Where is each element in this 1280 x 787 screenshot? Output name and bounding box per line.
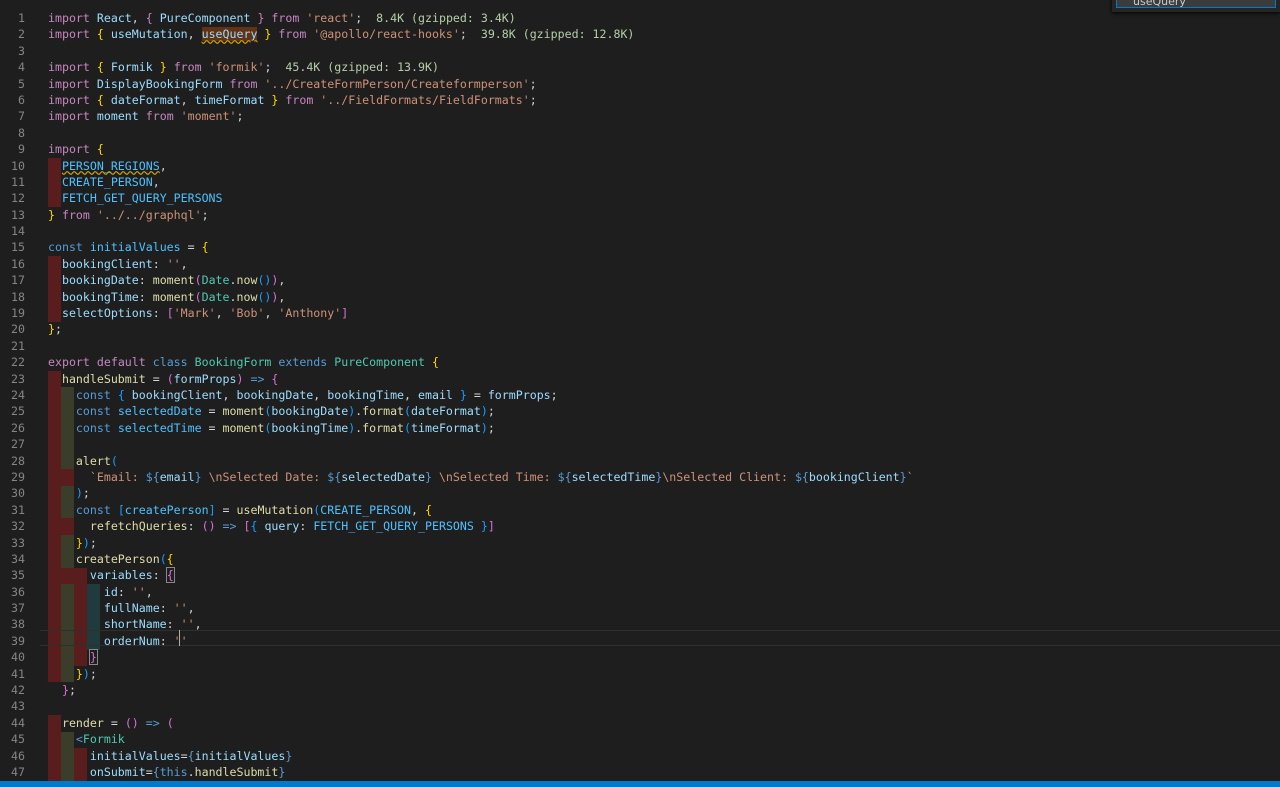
- line-number: 44: [11, 715, 25, 730]
- line-number: 35: [11, 568, 25, 583]
- line-number: 28: [11, 453, 25, 468]
- line-number: 7: [18, 109, 25, 124]
- line-code: import { Formik } from 'formik'; 45.4K (…: [48, 60, 439, 75]
- line-number: 25: [11, 404, 25, 419]
- line-number: 40: [11, 650, 25, 665]
- line-number: 36: [11, 584, 25, 599]
- line-number: 33: [11, 535, 25, 550]
- find-input[interactable]: [1116, 0, 1276, 8]
- line-number: 45: [11, 732, 25, 747]
- line-code: onSubmit={this.handleSubmit}: [89, 764, 286, 779]
- line-number: 20: [11, 322, 25, 337]
- line-code: }: [88, 649, 98, 666]
- line-number: 43: [11, 699, 25, 714]
- line-code: const { bookingClient, bookingDate, book…: [75, 387, 558, 402]
- line-number: 23: [11, 371, 25, 386]
- line-code: };: [48, 322, 62, 337]
- line-code: handleSubmit = (formProps) => {: [61, 371, 279, 386]
- line-code: } from '../../graphql';: [48, 207, 209, 222]
- line-number: 13: [11, 207, 25, 222]
- line-code: FETCH_GET_QUERY_PERSONS: [61, 191, 223, 206]
- line-number: 46: [11, 748, 25, 763]
- line-code: import moment from 'moment';: [48, 109, 244, 124]
- line-code: alert(: [75, 453, 118, 468]
- line-number: 2: [18, 27, 25, 42]
- line-number: 18: [11, 289, 25, 304]
- line-code: import { dateFormat, timeFormat } from '…: [48, 92, 537, 107]
- line-code: bookingTime: moment(Date.now()),: [61, 289, 286, 304]
- line-number: 39: [11, 633, 25, 648]
- line-number: 1: [18, 11, 25, 25]
- code-editor[interactable]: 1 import React, { PureComponent } from 'r…: [0, 0, 1280, 781]
- line-number: 38: [11, 617, 25, 632]
- line-number: 34: [11, 551, 25, 566]
- line-code: createPerson({: [75, 551, 174, 566]
- line-code: const selectedDate = moment(bookingDate)…: [75, 404, 495, 419]
- line-code: import { useMutation, useQuery } from '@…: [48, 27, 635, 42]
- line-number: 21: [11, 338, 25, 353]
- line-number: 17: [11, 273, 25, 288]
- line-number: 16: [11, 256, 25, 271]
- line-number: 3: [18, 43, 25, 58]
- line-number: 14: [11, 224, 25, 239]
- line-code: import React, { PureComponent } from 're…: [48, 11, 516, 25]
- line-code: bookingDate: moment(Date.now()),: [61, 273, 286, 288]
- line-number: 47: [11, 764, 25, 779]
- line-code: initialValues={initialValues}: [89, 748, 293, 763]
- status-bar: [0, 781, 1280, 787]
- line-code: id: '',: [103, 584, 153, 599]
- text-cursor: [179, 630, 180, 646]
- line-code: bookingClient: '',: [61, 256, 188, 271]
- line-number: 15: [11, 240, 25, 255]
- line-number: 37: [11, 601, 25, 616]
- find-widget: [1112, 0, 1280, 12]
- line-number: 6: [18, 92, 25, 107]
- line-code: variables: {: [89, 567, 175, 584]
- line-code: const [createPerson] = useMutation(CREAT…: [75, 502, 432, 517]
- line-number: 32: [11, 519, 25, 534]
- line-number: 42: [11, 683, 25, 698]
- line-code: export default class BookingForm extends…: [48, 355, 439, 370]
- current-line-highlight: [40, 630, 1280, 646]
- line-code: CREATE_PERSON,: [61, 174, 160, 189]
- line-code: const initialValues = {: [48, 240, 209, 255]
- line-number: 31: [11, 502, 25, 517]
- line-number: 30: [11, 486, 25, 501]
- line-code: selectOptions: ['Mark', 'Bob', 'Anthony'…: [61, 306, 349, 321]
- line-number: 29: [11, 469, 25, 484]
- line-code: );: [75, 486, 90, 501]
- line-code: fullName: '',: [103, 601, 195, 616]
- line-number: 8: [18, 125, 25, 140]
- line-code: });: [75, 535, 97, 550]
- line-number: 4: [18, 60, 25, 75]
- line-number: 11: [11, 174, 25, 189]
- line-code: PERSON_REGIONS,: [61, 158, 167, 173]
- line-code: refetchQueries: () => [{ query: FETCH_GE…: [89, 519, 495, 534]
- line-code: });: [75, 666, 97, 681]
- line-number: 9: [18, 142, 25, 157]
- line-number: 27: [11, 437, 25, 452]
- line-code: const selectedTime = moment(bookingTime)…: [75, 420, 495, 435]
- line-code: `Email: ${email} \nSelected Date: ${sele…: [89, 469, 914, 484]
- line-code: orderNum: '': [103, 633, 188, 648]
- line-number: 26: [11, 420, 25, 435]
- line-code: };: [61, 683, 76, 698]
- line-code: render = () => (: [61, 715, 174, 730]
- line-number: 24: [11, 387, 25, 402]
- line-number: 19: [11, 306, 25, 321]
- line-code: import {: [48, 142, 104, 157]
- line-number: 10: [11, 158, 25, 173]
- line-number: 12: [11, 191, 25, 206]
- line-number: 5: [18, 76, 25, 91]
- line-number: 22: [11, 355, 25, 370]
- line-code: <Formik: [75, 732, 125, 747]
- line-number: 41: [11, 666, 25, 681]
- line-code: import DisplayBookingForm from '../Creat…: [48, 76, 537, 91]
